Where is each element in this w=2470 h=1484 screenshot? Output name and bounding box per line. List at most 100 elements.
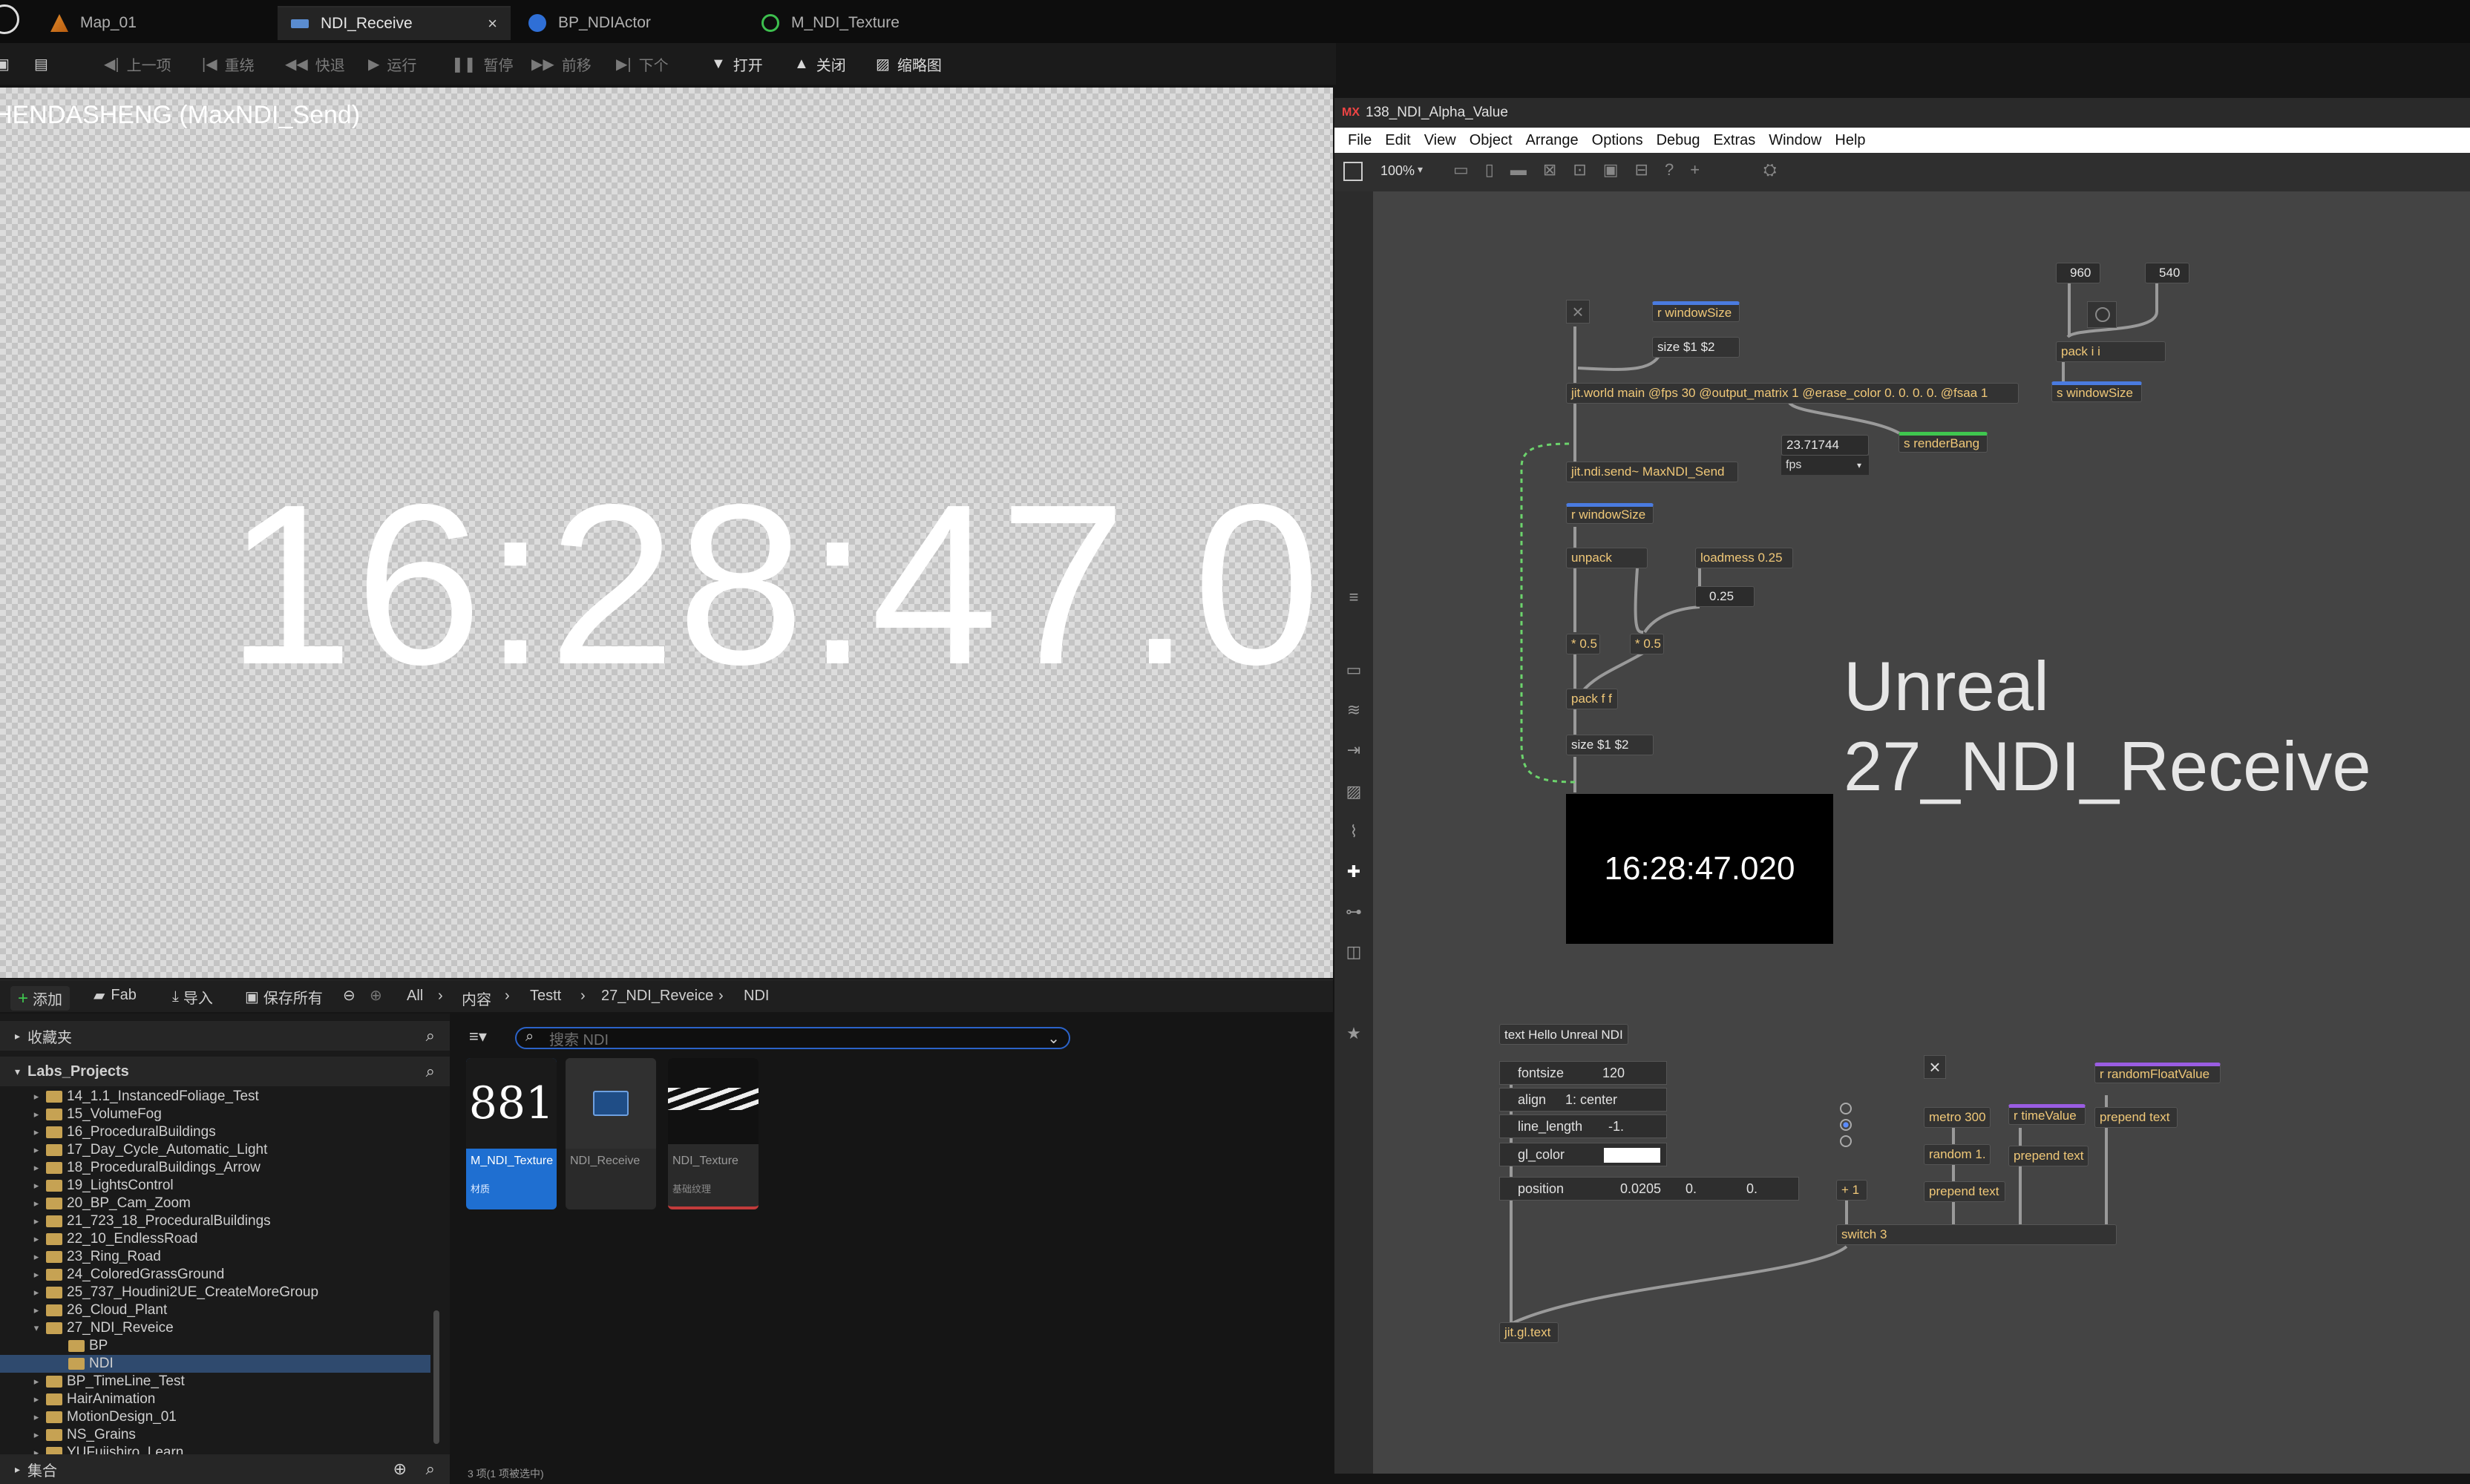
chevron-right-icon[interactable]: ▸ xyxy=(30,1233,43,1245)
tree-item[interactable]: NDI xyxy=(0,1355,430,1373)
jit-gl-text[interactable]: jit.gl.text xyxy=(1499,1322,1559,1343)
jit-pwindow-preview[interactable]: 16:28:47.020 xyxy=(1566,794,1833,944)
tree-item[interactable]: ▸ 20_BP_Cam_Zoom xyxy=(0,1195,430,1212)
text-hello-message[interactable]: text Hello Unreal NDI xyxy=(1499,1024,1628,1045)
link-icon[interactable]: ⊶ xyxy=(1344,902,1363,922)
tab-bp-ndiactor[interactable]: BP_NDIActor xyxy=(515,6,745,40)
fontsize-attr[interactable]: fontsize 120 xyxy=(1499,1061,1667,1085)
breadcrumb-ndi[interactable]: NDI xyxy=(744,988,769,1005)
int-number-540[interactable]: 540 xyxy=(2145,263,2189,283)
tree-item[interactable]: BP xyxy=(0,1337,430,1355)
restart-button[interactable]: |◀ 重绕 xyxy=(202,52,255,76)
zoom-select[interactable]: 100% xyxy=(1380,163,1415,179)
attr-value[interactable]: 120 xyxy=(1602,1066,1625,1081)
random-1[interactable]: random 1. xyxy=(1924,1144,1991,1165)
size-message-2[interactable]: size $1 $2 xyxy=(1566,735,1654,755)
prepend-text-3[interactable]: prepend text xyxy=(2094,1107,2178,1128)
breadcrumb-content[interactable]: 内容 xyxy=(462,988,491,1009)
multiply-2[interactable]: * 0.5 xyxy=(1630,634,1664,654)
int-number-960[interactable]: 960 xyxy=(2056,263,2100,283)
browse-button[interactable]: ▤ xyxy=(34,52,56,76)
chevron-down-icon[interactable]: ▾ xyxy=(30,1322,43,1334)
next-button[interactable]: ▶| 下个 xyxy=(616,52,669,76)
chevron-right-icon[interactable]: ▸ xyxy=(30,1109,43,1120)
chevron-right-icon[interactable]: ▸ xyxy=(30,1429,43,1441)
search-icon[interactable]: ⌕ xyxy=(426,1026,435,1045)
r-timevalue[interactable]: r timeValue xyxy=(2008,1104,2086,1125)
prev-button[interactable]: ◀| 上一项 xyxy=(104,52,171,76)
asset-tile-m-ndi-texture[interactable]: 881 M_NDI_Texture 材质 xyxy=(466,1058,557,1209)
float-number-025[interactable]: 0.25 xyxy=(1695,586,1755,607)
asset-search-input[interactable]: ⌕ 搜索 NDI ⌄ xyxy=(515,1027,1070,1049)
menu-object[interactable]: Object xyxy=(1470,132,1513,149)
import-button[interactable]: ⤓ 导入 xyxy=(172,986,213,1008)
breadcrumb-testt[interactable]: Testt xyxy=(530,988,561,1005)
jit-world[interactable]: jit.world main @fps 30 @output_matrix 1 … xyxy=(1566,383,2019,404)
chevron-right-icon[interactable]: ▸ xyxy=(30,1198,43,1209)
r-windowsize-1[interactable]: r windowSize xyxy=(1652,301,1740,322)
radio-group[interactable] xyxy=(1836,1100,1857,1152)
toggle-x-2[interactable]: × xyxy=(1924,1055,1946,1079)
tab-m-ndi-texture[interactable]: M_NDI_Texture xyxy=(748,6,986,40)
tab-map-01[interactable]: Map_01 xyxy=(37,6,275,40)
s-renderbang[interactable]: s renderBang xyxy=(1899,432,1988,453)
chevron-right-icon[interactable]: ▸ xyxy=(30,1304,43,1316)
favorites-header[interactable]: ▸ 收藏夹 ⌕ xyxy=(0,1021,450,1051)
chevron-right-icon[interactable]: ▸ xyxy=(30,1376,43,1388)
signal-icon[interactable]: ⇥ xyxy=(1344,741,1363,760)
attr-value[interactable]: 1: center xyxy=(1565,1092,1617,1108)
position-attr[interactable]: position 0.0205 0. 0. xyxy=(1499,1177,1799,1201)
tree-item[interactable]: ▸ 15_VolumeFog xyxy=(0,1106,430,1123)
open-button[interactable]: ▼ 打开 xyxy=(711,52,763,76)
close-button[interactable]: ▲ 关闭 xyxy=(794,52,846,76)
tree-item[interactable]: ▸ 21_723_18_ProceduralBuildings xyxy=(0,1212,430,1230)
collections-header[interactable]: ▸ 集合 ⊕ ⌕ xyxy=(0,1454,450,1484)
align-attr[interactable]: align 1: center xyxy=(1499,1088,1667,1112)
line-length-attr[interactable]: line_length -1. xyxy=(1499,1114,1667,1138)
menu-icon[interactable]: ≡ xyxy=(1344,588,1363,607)
tree-item[interactable]: ▸ 23_Ring_Road xyxy=(0,1248,430,1266)
rewind-button[interactable]: ◀◀ 快退 xyxy=(285,52,345,76)
chevron-right-icon[interactable]: ▸ xyxy=(30,1251,43,1263)
pos-z-value[interactable]: 0. xyxy=(1746,1181,1758,1197)
chevron-right-icon[interactable]: ▸ xyxy=(30,1091,43,1103)
s-windowsize[interactable]: s windowSize xyxy=(2051,381,2142,402)
save-button[interactable]: ▣ xyxy=(0,52,17,76)
menu-options[interactable]: Options xyxy=(1592,132,1643,149)
tree-item[interactable]: ▸ 16_ProceduralBuildings xyxy=(0,1123,430,1141)
bang-button[interactable] xyxy=(2087,301,2117,328)
media-viewport[interactable]: HENDASHENG (MaxNDI_Send) 16:28:47.02 xyxy=(0,88,1333,978)
forward-button[interactable]: ▶▶ 前移 xyxy=(531,52,592,76)
fps-number[interactable]: 23.71744 xyxy=(1781,435,1869,456)
unreal-logo[interactable] xyxy=(0,4,19,34)
chevron-down-icon[interactable]: ⌄ xyxy=(1047,1029,1060,1048)
unpack-object[interactable]: unpack xyxy=(1566,548,1648,568)
chevron-right-icon[interactable]: ▸ xyxy=(30,1215,43,1227)
r-randomfloatvalue[interactable]: r randomFloatValue xyxy=(2094,1063,2221,1083)
plus-one[interactable]: + 1 xyxy=(1836,1180,1867,1201)
chevron-right-icon[interactable]: ▸ xyxy=(30,1126,43,1138)
search-icon[interactable]: ⌕ xyxy=(426,1460,435,1479)
tab-ndi-receive[interactable]: NDI_Receive × xyxy=(278,6,511,40)
tree-item[interactable]: ▸ 14_1.1_InstancedFoliage_Test xyxy=(0,1088,430,1106)
history-forward-icon[interactable]: ⊕ xyxy=(370,986,382,1005)
chevron-right-icon[interactable]: ▸ xyxy=(30,1269,43,1281)
package-icon[interactable]: ◫ xyxy=(1344,942,1363,962)
history-back-icon[interactable]: ⊖ xyxy=(343,986,356,1005)
toolbar-icons[interactable]: ▭▯▬⊠⊡▣⊟?+ xyxy=(1453,160,1716,180)
play-button[interactable]: ▶ 运行 xyxy=(368,52,416,76)
prepend-text-1[interactable]: prepend text xyxy=(1924,1181,2005,1202)
save-all-button[interactable]: ▣ 保存所有 xyxy=(245,986,323,1008)
radio-option-1[interactable] xyxy=(1840,1103,1852,1114)
chevron-right-icon[interactable]: ▸ xyxy=(30,1393,43,1405)
fab-button[interactable]: ▰ Fab xyxy=(94,986,137,1005)
menu-file[interactable]: File xyxy=(1348,132,1372,149)
tree-item[interactable]: ▸ BP_TimeLine_Test xyxy=(0,1373,430,1391)
chevron-right-icon[interactable]: ▸ xyxy=(30,1287,43,1298)
tree-item[interactable]: ▸ 17_Day_Cycle_Automatic_Light xyxy=(0,1141,430,1159)
tree-item[interactable]: ▸ 25_737_Houdini2UE_CreateMoreGroup xyxy=(0,1284,430,1301)
pos-y-value[interactable]: 0. xyxy=(1686,1181,1697,1197)
menu-window[interactable]: Window xyxy=(1769,132,1821,149)
close-icon[interactable]: × xyxy=(488,14,497,33)
prepend-text-2[interactable]: prepend text xyxy=(2008,1146,2089,1166)
